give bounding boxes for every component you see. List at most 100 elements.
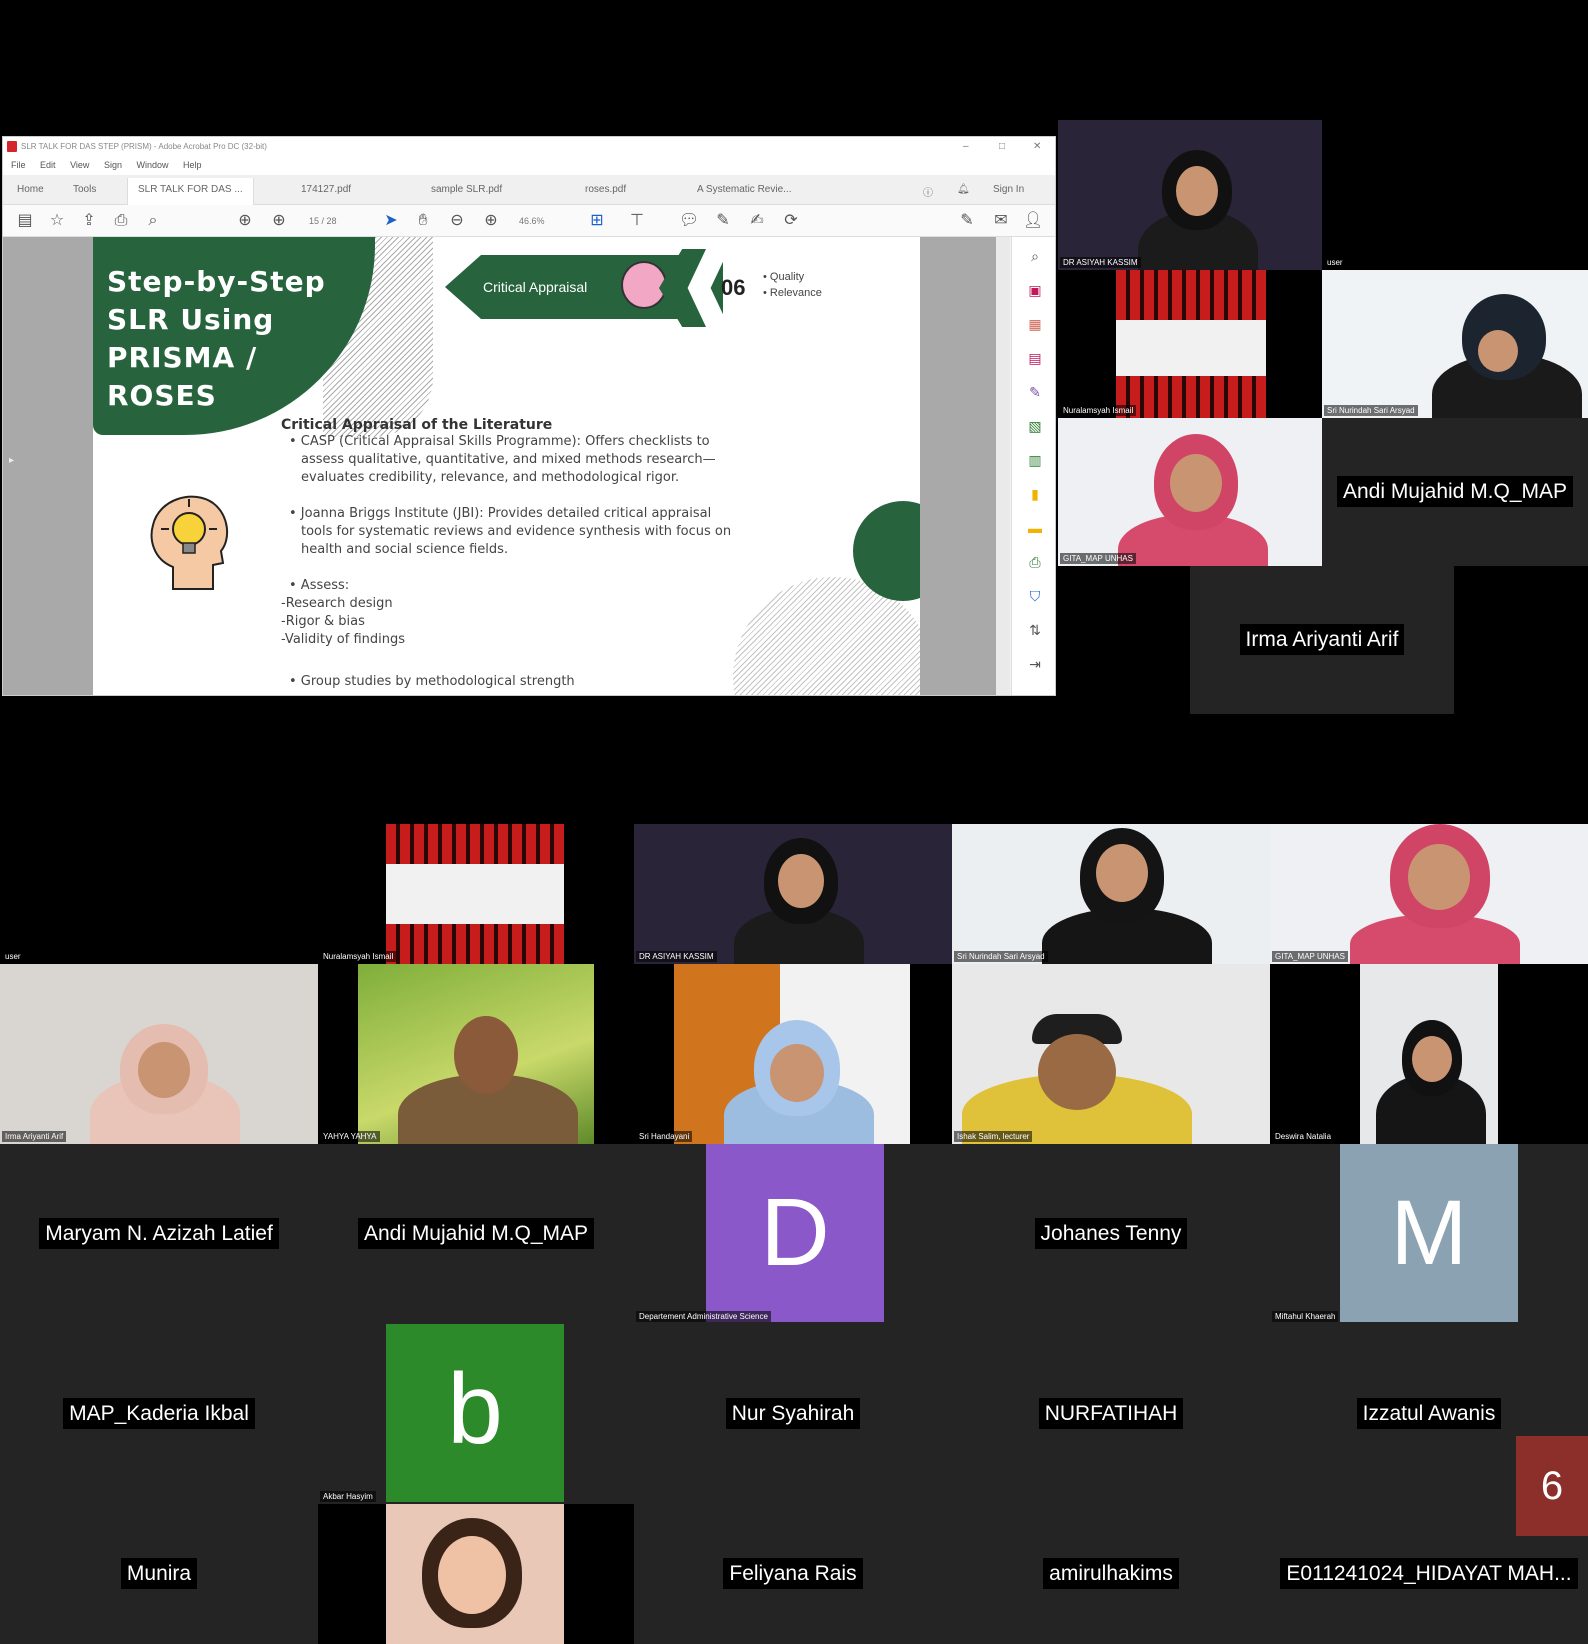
zoom-tool-icon[interactable]: ⌕ [1026,247,1044,265]
page-up-icon[interactable]: ⊕ [235,211,255,231]
right-gutter [920,237,996,695]
video-tile-user-top[interactable]: user [1322,120,1588,270]
video-tile-irma[interactable]: Irma Ariyanti Arif [0,964,318,1144]
add-user-icon[interactable]: 👤︎ [1023,211,1043,231]
maximize-icon[interactable]: □ [999,141,1005,152]
expand-arrow-icon[interactable]: ▸ [9,455,14,466]
video-tile-sri-nurindah-top[interactable]: Sri Nurindah Sari Arsyad [1322,270,1588,418]
name-tile-amirulhakims[interactable]: amirulhakims [952,1504,1270,1644]
vertical-scrollbar[interactable] [996,237,1010,695]
print-tool-icon[interactable]: ⎙ [1026,553,1044,571]
video-tile-dr-asiyah[interactable]: DR ASIYAH KASSIM [634,824,952,964]
comment-icon[interactable]: 💬︎ [679,211,699,231]
tab-tools[interactable]: Tools [73,184,96,195]
participant-name: Sri Nurindah Sari Arsyad [1324,405,1418,416]
menu-file[interactable]: File [11,160,26,170]
tab-roses[interactable]: roses.pdf [585,184,626,195]
create-icon[interactable]: ▤ [15,211,35,231]
video-tile-nuralamsyah[interactable]: Nuralamsyah Ismail [318,824,634,964]
tab-systematic-review[interactable]: A Systematic Revie... [697,184,791,195]
name-tile-andi-mujahid[interactable]: Andi Mujahid M.Q_MAP [318,1144,634,1324]
avatar-tile-miftahul[interactable]: M Miftahul Khaerah [1270,1144,1588,1324]
close-icon[interactable]: ✕ [1033,141,1041,152]
protect-icon[interactable]: ⛉ [1026,587,1044,605]
hand-tool-icon[interactable]: ✋︎ [413,211,433,231]
video-tile-user[interactable]: user [0,824,318,964]
name-tile-maryam[interactable]: Maryam N. Azizah Latief [0,1144,318,1324]
participant-name: user [1324,257,1346,268]
menu-edit[interactable]: Edit [40,160,56,170]
create-pdf-icon[interactable]: ▤ [1026,349,1044,367]
avatar-tile-akbar[interactable]: b Akbar Hasyim [318,1324,634,1504]
video-tile-ishak-salim[interactable]: Ishak Salim, lecturer [952,964,1270,1144]
print-icon[interactable]: ⎙ [111,211,131,231]
face [1170,454,1222,512]
video-tile-deswira[interactable]: Deswira Natalia [1270,964,1588,1144]
left-nav-strip[interactable]: ▸ [3,237,93,695]
avatar-tile-departement[interactable]: D Departement Administrative Science [634,1144,952,1324]
fill-sign-icon[interactable]: ✎ [957,211,977,231]
page-down-icon[interactable]: ⊕ [269,211,289,231]
bell-icon[interactable]: 🔔︎ [957,184,970,195]
slide-title: Step-by-Step SLR Using PRISMA / ROSES [107,265,326,412]
collapse-panel-icon[interactable]: ⇥ [1026,655,1044,673]
more-tools-icon[interactable]: ⇅ [1026,621,1044,639]
video-tile-dr-asiyah-top[interactable]: DR ASIYAH KASSIM [1058,120,1322,270]
menu-help[interactable]: Help [183,160,202,170]
combine-icon[interactable]: ▧ [1026,417,1044,435]
video-tile-yahya[interactable]: YAHYA YAHYA [318,964,634,1144]
scroll-mode-icon[interactable]: ⊤ [627,211,647,231]
participant-name: DR ASIYAH KASSIM [1060,257,1141,268]
menu-view[interactable]: View [70,160,89,170]
mail-icon[interactable]: ✉ [991,211,1011,231]
video-tile-sri-handayani[interactable]: Sri Handayani [634,964,952,1144]
file-icon[interactable]: ▮ [1026,485,1044,503]
organize-icon[interactable]: ▦ [1026,315,1044,333]
name-tile-irma-top[interactable]: Irma Ariyanti Arif [1190,566,1454,714]
name-tile-johanes[interactable]: Johanes Tenny [952,1144,1270,1324]
fit-page-icon[interactable]: ⊞ [587,211,607,231]
video-tile-gita[interactable]: GITA_MAP UNHAS [1270,824,1588,964]
help-icon[interactable]: ⓘ [923,184,933,199]
tab-home[interactable]: Home [17,184,44,195]
shared-screen-acrobat-window[interactable]: SLR TALK FOR DAS STEP (PRISM) - Adobe Ac… [2,136,1056,696]
zoom-level[interactable]: 46.6% [519,216,545,226]
page-indicator[interactable]: 15 / 28 [309,216,337,226]
pen-icon[interactable]: ✎ [713,211,733,231]
video-tile-sri-nurindah[interactable]: Sri Nurindah Sari Arsyad [952,824,1270,964]
name-tile-kaderia[interactable]: MAP_Kaderia Ikbal [0,1324,318,1504]
spreadsheet-icon[interactable]: ▥ [1026,451,1044,469]
sign-in-link[interactable]: Sign In [993,184,1024,195]
video-tile-nuralamsyah-top[interactable]: Nuralamsyah Ismail [1058,270,1322,418]
tab-sample-slr[interactable]: sample SLR.pdf [431,184,502,195]
assess-list: • Assess: -Research design -Rigor & bias… [281,578,406,647]
name-tile-nur-syahirah[interactable]: Nur Syahirah [634,1324,952,1504]
edit-pdf-icon[interactable]: ✎ [1026,383,1044,401]
tab-slr-talk[interactable]: SLR TALK FOR DAS ... [127,178,254,205]
participant-name: Akbar Hasyim [320,1491,376,1502]
comment-tool-icon[interactable]: ▬ [1026,519,1044,537]
name-tile-andi-mujahid-top[interactable]: Andi Mujahid M.Q_MAP [1322,418,1588,566]
zoom-search-icon[interactable]: ⌕ [143,211,163,231]
section-title: Critical Appraisal of the Literature [281,417,553,433]
zoom-out-icon[interactable]: ⊖ [447,211,467,231]
upload-icon[interactable]: ⇪ [79,211,99,231]
participant-name: MAP_Kaderia Ikbal [63,1398,255,1429]
video-tile-girl[interactable] [318,1504,634,1644]
menu-window[interactable]: Window [136,160,168,170]
export-pdf-icon[interactable]: ▣ [1026,281,1044,299]
zoom-in-icon[interactable]: ⊕ [481,211,501,231]
tab-174127[interactable]: 174127.pdf [301,184,351,195]
video-tile-gita-top[interactable]: GITA_MAP UNHAS [1058,418,1322,566]
name-tile-nurfatihah[interactable]: NURFATIHAH [952,1324,1270,1504]
menu-sign[interactable]: Sign [104,160,122,170]
participant-name: Nur Syahirah [725,1398,861,1429]
face [438,1536,506,1614]
name-tile-feliyana[interactable]: Feliyana Rais [634,1504,952,1644]
share-icon[interactable]: ⟳ [781,211,801,231]
minimize-icon[interactable]: – [963,141,969,152]
sign-icon[interactable]: ✍︎ [747,211,767,231]
name-tile-munira[interactable]: Munira [0,1504,318,1644]
select-cursor-icon[interactable]: ➤ [381,211,401,231]
bookmark-star-icon[interactable]: ☆ [47,211,67,231]
